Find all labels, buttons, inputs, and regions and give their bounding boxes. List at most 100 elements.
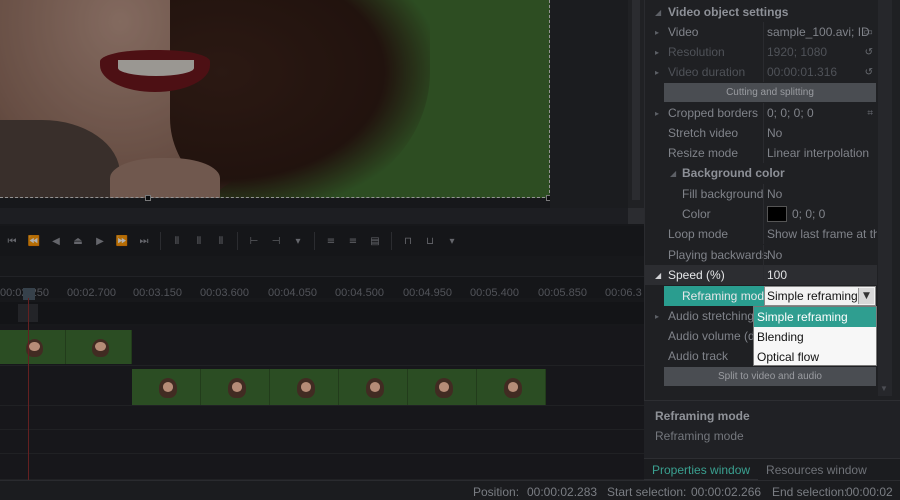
distribute-icon[interactable]: ≡	[345, 233, 361, 249]
prop-row-playing-backwards[interactable]: Playing backwards No	[645, 245, 877, 265]
preview-vertical-scroll-thumb[interactable]	[632, 0, 640, 200]
rewind-icon[interactable]: ⏪	[26, 233, 42, 249]
folder-icon[interactable]: ▭	[864, 27, 873, 38]
tab-properties-window[interactable]: Properties window	[644, 459, 759, 480]
clip-thumbnail	[132, 369, 201, 405]
scroll-down-icon[interactable]: ▼	[880, 384, 890, 394]
prop-row-stretch-video[interactable]: Stretch video No	[645, 123, 877, 143]
clip-thumbnail	[339, 369, 408, 405]
prop-value[interactable]: No	[767, 187, 877, 201]
scroll-corner	[628, 208, 644, 224]
collapse-arrow-icon[interactable]: ◢	[655, 271, 661, 280]
step-back-icon[interactable]: ◀	[48, 233, 64, 249]
column-divider	[763, 22, 764, 42]
go-to-start-icon[interactable]: ⏮	[4, 233, 20, 249]
stop-icon[interactable]: ⏏	[70, 233, 86, 249]
end-selection-label: End selection:	[772, 485, 848, 499]
split-to-video-and-audio-button[interactable]: Split to video and audio	[664, 367, 876, 386]
reset-icon[interactable]: ↺	[865, 47, 873, 58]
prop-value[interactable]: No	[767, 248, 877, 262]
prop-value[interactable]: 100	[767, 268, 877, 282]
clip-thumbnail	[0, 330, 66, 364]
timeline-horizontal-scrollbar[interactable]	[0, 302, 644, 324]
group-icon[interactable]: ⊓	[400, 233, 416, 249]
prop-value[interactable]: sample_100.avi; ID	[767, 25, 877, 39]
prop-row-duration[interactable]: ▸ Video duration 00:00:01.316 ↺	[645, 62, 877, 82]
timeline-track-5	[0, 454, 644, 480]
prop-label: Resolution	[668, 45, 725, 59]
prop-label: Fill background	[682, 187, 764, 201]
tab-resources-window[interactable]: Resources window	[758, 459, 875, 480]
prop-label: Stretch video	[668, 126, 739, 140]
prop-row-loop-mode[interactable]: Loop mode Show last frame at th	[645, 224, 877, 244]
preview-canvas-margin	[550, 0, 630, 210]
expand-arrow-icon[interactable]: ▸	[655, 68, 659, 77]
prop-row-resize-mode[interactable]: Resize mode Linear interpolation	[645, 143, 877, 163]
prop-label: Video	[668, 25, 699, 39]
ruler-tick-label: 00:03.150	[133, 287, 182, 299]
go-to-end-icon[interactable]: ⏭	[136, 233, 152, 249]
chevron-down-icon[interactable]: ▾	[444, 233, 460, 249]
prop-row-speed[interactable]: ◢ Speed (%) 100	[645, 265, 877, 285]
chevron-down-icon[interactable]: ▾	[290, 233, 306, 249]
prop-row-cropped-borders[interactable]: ▸ Cropped borders 0; 0; 0; 0 ⌗	[645, 103, 877, 123]
chevron-down-icon[interactable]: ▼	[858, 288, 874, 304]
object-selection-border	[0, 0, 550, 198]
prop-value[interactable]: 0; 0; 0	[792, 207, 900, 221]
split-icon[interactable]: ⊢	[246, 233, 262, 249]
description-title: Reframing mode	[655, 409, 750, 423]
timeline-ruler[interactable]: 00:02.250 00:02.700 00:03.150 00:03.600 …	[0, 276, 644, 299]
collapse-arrow-icon[interactable]: ◢	[670, 169, 676, 178]
prop-value[interactable]: 0; 0; 0; 0	[767, 106, 877, 120]
layer-icon[interactable]: ▤	[367, 233, 383, 249]
resize-handle-bottom-center[interactable]	[145, 195, 151, 201]
video-clip-1[interactable]	[0, 330, 132, 364]
reframing-mode-select[interactable]: Simple reframing ▼	[764, 286, 876, 306]
prop-row-video[interactable]: ▸ Video sample_100.avi; ID ▭	[645, 22, 877, 42]
preview-horizontal-scrollbar[interactable]	[0, 208, 628, 224]
cutting-and-splitting-button[interactable]: Cutting and splitting	[664, 83, 876, 102]
align-icon[interactable]: ≡	[323, 233, 339, 249]
dropdown-option-optical-flow[interactable]: Optical flow	[754, 347, 876, 367]
prop-label: Cropped borders	[668, 106, 759, 120]
panel-tabs: Properties window Resources window	[644, 458, 900, 480]
clip-thumbnail	[477, 369, 546, 405]
insert-icon[interactable]: ⊣	[268, 233, 284, 249]
clip-thumbnail	[201, 369, 270, 405]
column-divider	[763, 103, 764, 123]
start-selection-label: Start selection:	[607, 485, 687, 499]
expand-arrow-icon[interactable]: ▸	[655, 109, 659, 118]
playhead-handle[interactable]	[23, 288, 35, 300]
play-icon[interactable]: ▶	[92, 233, 108, 249]
position-value: 00:00:02.283	[527, 485, 598, 499]
prop-value[interactable]: Show last frame at th	[767, 227, 877, 241]
prop-value: 00:00:01.316	[767, 65, 838, 79]
reframing-mode-dropdown-list[interactable]: Simple reframing Blending Optical flow	[753, 306, 877, 366]
fast-forward-icon[interactable]: ⏩	[114, 233, 130, 249]
dropdown-option-blending[interactable]: Blending	[754, 327, 876, 347]
expand-arrow-icon[interactable]: ▸	[655, 312, 659, 321]
prop-value[interactable]: No	[767, 126, 877, 140]
section-video-object-settings[interactable]: ◢ Video object settings	[645, 2, 877, 22]
prop-row-fill-background[interactable]: Fill background No	[645, 184, 877, 204]
collapse-arrow-icon[interactable]: ◢	[655, 8, 661, 17]
prop-row-color[interactable]: Color 0; 0; 0	[645, 204, 877, 224]
reset-icon[interactable]: ↺	[865, 67, 873, 78]
ungroup-icon[interactable]: ⊔	[422, 233, 438, 249]
video-preview[interactable]	[0, 0, 550, 198]
selection-icon[interactable]: ⦀	[213, 233, 229, 249]
expand-arrow-icon[interactable]: ▸	[655, 48, 659, 57]
section-background-color[interactable]: ◢ Background color	[645, 163, 877, 183]
mark-out-icon[interactable]: ⦀	[191, 233, 207, 249]
prop-label: Speed (%)	[668, 268, 725, 282]
crop-icon[interactable]: ⌗	[867, 108, 873, 119]
properties-scrollbar[interactable]: ▼	[878, 0, 892, 396]
prop-row-resolution[interactable]: ▸ Resolution 1920; 1080 ↺	[645, 42, 877, 62]
color-swatch[interactable]	[767, 206, 787, 222]
section-title: Video object settings	[668, 5, 789, 19]
mark-in-icon[interactable]: ⦀	[169, 233, 185, 249]
video-clip-2[interactable]	[132, 369, 546, 405]
expand-arrow-icon[interactable]: ▸	[655, 28, 659, 37]
prop-value[interactable]: Linear interpolation	[767, 146, 877, 160]
dropdown-option-simple-reframing[interactable]: Simple reframing	[754, 307, 876, 327]
